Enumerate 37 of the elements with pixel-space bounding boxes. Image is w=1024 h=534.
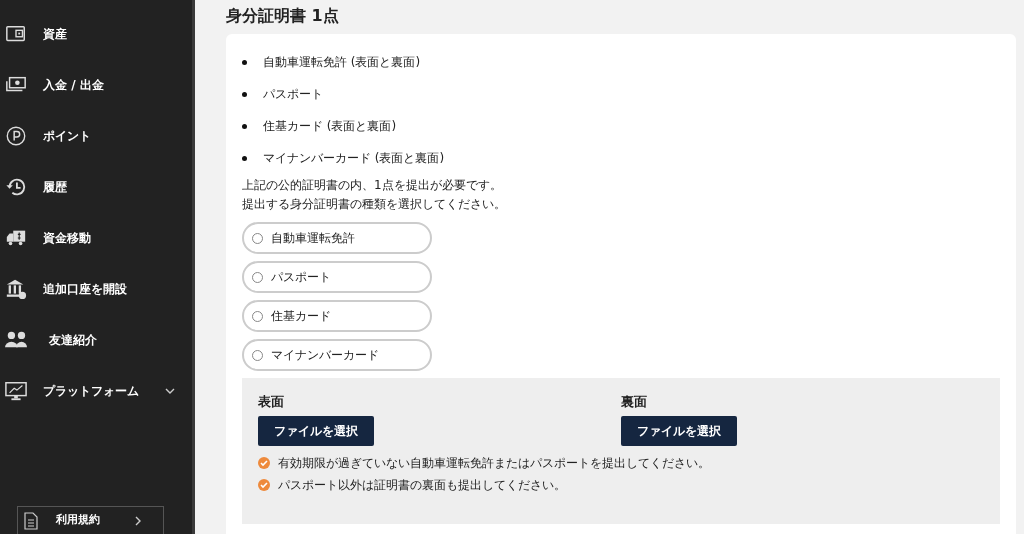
side-label: 表面 xyxy=(258,393,285,412)
document-icon xyxy=(24,511,38,530)
sidebar-item[interactable]: 友達紹介 xyxy=(0,314,192,365)
side-label: 裏面 xyxy=(621,393,648,412)
instruction-text: 提出する身分証明書の種類を選択してください。 xyxy=(242,196,507,214)
terms-button[interactable]: 利用規約 xyxy=(17,506,164,534)
section-title: 身分証明書 1点 xyxy=(226,6,340,26)
sidebar-item[interactable]: 追加口座を開設 xyxy=(0,263,192,314)
radio-option[interactable]: 住基カード xyxy=(242,300,432,333)
radio-option[interactable]: パスポート xyxy=(242,261,432,294)
sidebar-item[interactable]: 入金 / 出金 xyxy=(0,59,192,110)
list-item: 住基カード (表面と裏面) xyxy=(263,118,397,136)
sidebar-item[interactable]: 資産 xyxy=(0,8,192,59)
file-button[interactable]: ファイルを選択 xyxy=(621,415,737,446)
monitor-icon xyxy=(5,379,27,402)
bullet-icon xyxy=(242,155,247,161)
check-icon xyxy=(258,456,270,469)
bullet-icon xyxy=(242,123,247,129)
bullet-icon xyxy=(242,59,247,65)
radio-option[interactable]: マイナンバーカード xyxy=(242,339,432,372)
sidebar-item[interactable]: 履歴 xyxy=(0,161,192,212)
radio-option[interactable]: 自動車運転免許 xyxy=(242,222,432,255)
chevron-icon xyxy=(134,515,142,526)
bank-icon xyxy=(5,277,27,300)
list-item: マイナンバーカード (表面と裏面) xyxy=(263,150,445,168)
note-text: 有効期限が過ぎていない自動車運転免許またはパスポートを提出してください。 xyxy=(278,454,710,472)
sidebar-item[interactable]: 資金移動 xyxy=(0,212,192,263)
file-button[interactable]: ファイルを選択 xyxy=(258,415,374,446)
sidebar-item[interactable]: ポイント xyxy=(0,110,192,161)
bullet-icon xyxy=(242,91,247,97)
instruction-text: 上記の公的証明書の内、1点を提出が必要です。 xyxy=(242,177,503,195)
list-item: パスポート xyxy=(263,86,323,104)
check-icon xyxy=(258,478,270,491)
note-text: パスポート以外は証明書の裏面も提出してください。 xyxy=(278,476,566,494)
point-icon xyxy=(5,124,27,147)
sidebar-item[interactable]: プラットフォーム xyxy=(0,365,192,416)
list-item: 自動車運転免許 (表面と裏面) xyxy=(263,54,421,72)
